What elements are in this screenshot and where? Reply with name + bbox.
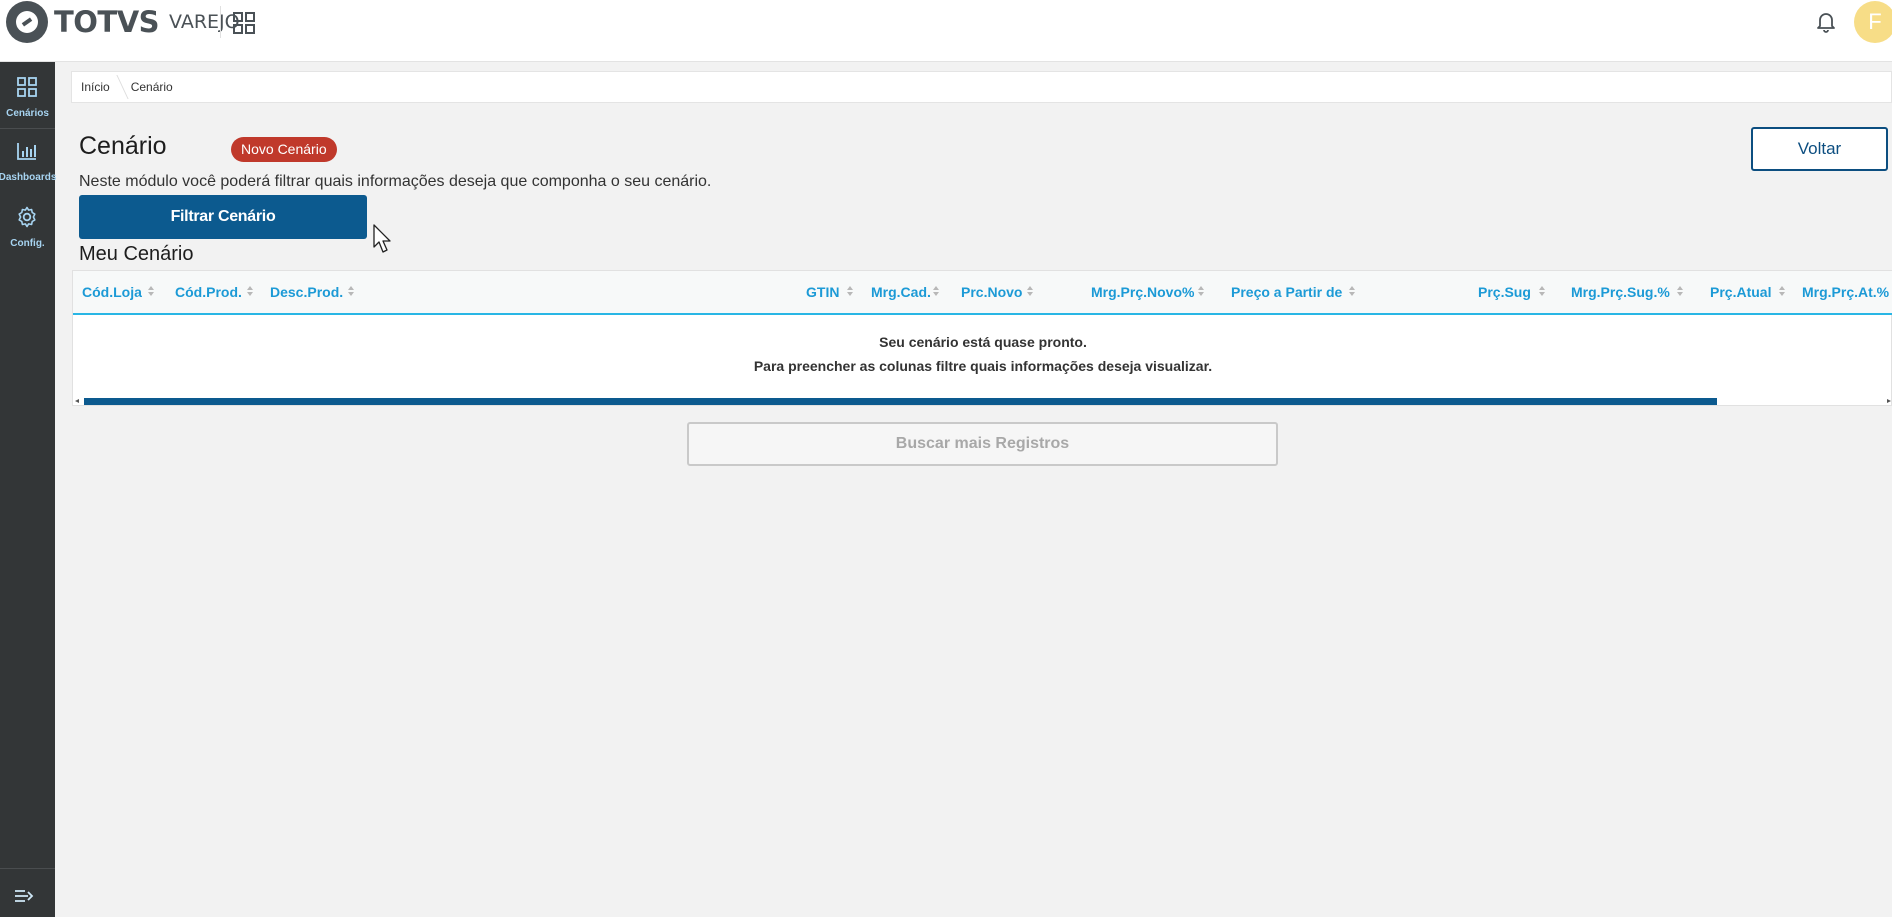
mouse-cursor-icon <box>373 224 391 253</box>
sort-icon[interactable] <box>1026 285 1034 297</box>
bar-chart-icon <box>17 143 36 160</box>
sort-icon[interactable] <box>1197 285 1205 297</box>
logo-subtext: VAREJO <box>169 11 240 33</box>
sidebar-item-label: Cenários <box>6 108 49 119</box>
column-header-cod-prod[interactable]: Cód.Prod. <box>175 284 242 300</box>
sidebar-divider <box>0 128 55 129</box>
sort-icon[interactable] <box>147 285 155 297</box>
column-header-prc-sug[interactable]: Prç.Sug <box>1478 284 1531 300</box>
breadcrumb-item-cenario: Cenário <box>130 80 173 94</box>
sidebar-item-label: Config. <box>10 238 45 249</box>
sort-icon[interactable] <box>932 285 940 297</box>
column-header-mrg-prc-novo[interactable]: Mrg.Prç.Novo% <box>1091 284 1194 300</box>
table-header: Cód.Loja Cód.Prod. Desc.Prod. GTIN Mrg.C… <box>73 271 1892 315</box>
sidebar: Cenários Dashboards Config. <box>0 62 56 917</box>
page-description: Neste módulo você poderá filtrar quais i… <box>79 173 712 190</box>
status-badge: Novo Cenário <box>231 137 337 162</box>
back-button[interactable]: Voltar <box>1751 127 1888 171</box>
sidebar-item-config[interactable]: Config. <box>0 196 55 260</box>
column-header-mrg-prc-sug[interactable]: Mrg.Prç.Sug.% <box>1571 284 1670 300</box>
gear-icon <box>18 206 36 228</box>
load-more-button[interactable]: Buscar mais Registros <box>687 422 1278 466</box>
sidebar-divider <box>0 868 55 869</box>
column-header-cod-loja[interactable]: Cód.Loja <box>82 284 142 300</box>
sort-icon[interactable] <box>1676 285 1684 297</box>
bell-icon[interactable] <box>1814 9 1838 33</box>
sidebar-item-label: Dashboards <box>0 172 57 183</box>
sidebar-item-dashboards[interactable]: Dashboards <box>0 130 56 194</box>
column-header-preco-a-partir-de[interactable]: Preço a Partir de <box>1231 284 1342 300</box>
empty-state-message: Para preencher as colunas filtre quais i… <box>753 358 1213 374</box>
sort-icon[interactable] <box>1538 285 1546 297</box>
section-title: Meu Cenário <box>79 243 194 265</box>
sort-icon[interactable] <box>347 285 355 297</box>
filter-scenario-button[interactable]: Filtrar Cenário <box>79 195 367 239</box>
column-header-mrg-cad[interactable]: Mrg.Cad. <box>871 284 931 300</box>
grid-icon <box>17 77 37 97</box>
expand-menu-icon[interactable] <box>14 888 34 904</box>
sort-icon[interactable] <box>846 285 854 297</box>
totvs-logo[interactable]: TOTVS VAREJO <box>6 1 240 43</box>
sort-icon[interactable] <box>1778 285 1786 297</box>
sidebar-item-cenarios[interactable]: Cenários <box>0 66 55 130</box>
column-header-mrg-prc-at[interactable]: Mrg.Prç.At.% <box>1802 284 1889 300</box>
sort-icon[interactable] <box>1348 285 1356 297</box>
sort-icon[interactable] <box>246 285 254 297</box>
scrollbar-thumb[interactable] <box>84 398 1717 405</box>
empty-state-title: Seu cenário está quase pronto. <box>879 334 1087 350</box>
column-header-desc-prod[interactable]: Desc.Prod. <box>270 284 343 300</box>
page-title: Cenário <box>79 132 167 160</box>
logo-text: TOTVS <box>54 5 160 39</box>
breadcrumb: Início Cenário <box>71 71 1892 103</box>
breadcrumb-item-inicio[interactable]: Início <box>72 72 122 102</box>
totvs-logo-icon <box>6 1 48 43</box>
column-header-prc-novo[interactable]: Prc.Novo <box>961 284 1022 300</box>
apps-grid-icon[interactable] <box>233 12 255 34</box>
column-header-gtin[interactable]: GTIN <box>806 284 839 300</box>
top-bar: TOTVS VAREJO F <box>0 0 1892 62</box>
scenario-table: Cód.Loja Cód.Prod. Desc.Prod. GTIN Mrg.C… <box>72 270 1892 406</box>
avatar[interactable]: F <box>1854 1 1892 43</box>
header-divider <box>220 6 221 38</box>
column-header-prc-atual[interactable]: Prç.Atual <box>1710 284 1771 300</box>
